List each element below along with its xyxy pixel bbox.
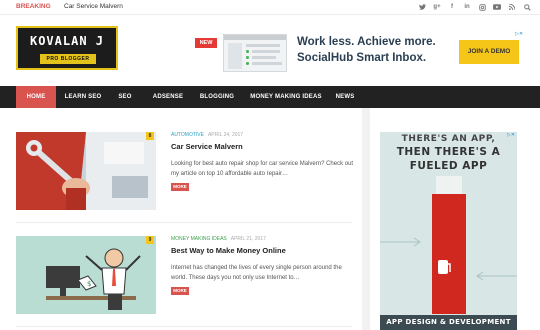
ad-screenshot-image xyxy=(223,34,287,72)
nav-item-adsense[interactable]: ADSENSE xyxy=(148,86,188,108)
rss-icon[interactable] xyxy=(507,2,517,12)
search-icon[interactable] xyxy=(522,2,532,12)
fuel-pump-illustration xyxy=(380,176,517,314)
instagram-icon[interactable] xyxy=(477,2,487,12)
divider xyxy=(16,222,352,223)
ad-headline: Work less. Achieve more. xyxy=(297,36,436,48)
ad-line-2: THEN THERE'S A xyxy=(396,146,501,158)
ad-new-badge: NEW xyxy=(195,38,217,48)
join-demo-button[interactable]: JOIN A DEMO xyxy=(459,40,519,64)
adchoices-icon[interactable]: ▷✕ xyxy=(515,30,523,38)
post-thumbnail[interactable]: 8 xyxy=(16,132,156,210)
twitter-icon[interactable] xyxy=(417,2,427,12)
post-title-link[interactable]: Car Service Malvern xyxy=(171,142,243,151)
post-list: 8 AUTOMOTIVE APRIL 24, 2017 Car Service M… xyxy=(0,108,362,330)
ad-subheadline: SocialHub Smart Inbox. xyxy=(297,52,427,64)
header-ad-banner[interactable]: NEW Work less. Achieve more. SocialHub S… xyxy=(193,30,523,77)
breaking-label: BREAKING xyxy=(16,3,51,10)
nav-item-money-making-ideas[interactable]: MONEY MAKING IDEAS xyxy=(248,86,324,108)
post-number-badge: 9 xyxy=(146,236,154,244)
sidebar-ad-banner[interactable]: ▷✕ THERE'S AN APP, THEN THERE'S A FUELED… xyxy=(380,132,517,330)
youtube-icon[interactable] xyxy=(492,2,502,12)
logo-title: KOVALAN J xyxy=(29,34,105,48)
nav-item-seo[interactable]: SEO xyxy=(112,86,138,108)
google-plus-icon[interactable]: g+ xyxy=(432,2,442,12)
social-icons: g+ f in xyxy=(417,2,532,12)
sidebar: ▷✕ THERE'S AN APP, THEN THERE'S A FUELED… xyxy=(370,108,540,330)
facebook-icon[interactable]: f xyxy=(447,2,457,12)
post-meta: AUTOMOTIVE APRIL 24, 2017 xyxy=(171,132,243,138)
post-excerpt: Looking for best auto repair shop for ca… xyxy=(171,161,354,177)
more-button[interactable]: MORE xyxy=(171,183,189,191)
more-button[interactable]: MORE xyxy=(171,287,189,295)
nav-item-home[interactable]: HOME xyxy=(16,86,56,108)
post-date: APRIL 24, 2017 xyxy=(207,132,244,138)
post-category-link[interactable]: MONEY MAKING IDEAS xyxy=(171,236,227,242)
top-bar: BREAKING Car Service Malvern g+ f in xyxy=(0,0,540,15)
list-item: 8 AUTOMOTIVE APRIL 24, 2017 Car Service M… xyxy=(16,132,356,212)
logo-subtitle: PRO BLOGGER xyxy=(40,54,96,64)
list-item: $ 9 MONEY MAKING IDEAS APRIL 21, 2017 Bes… xyxy=(16,236,356,316)
ad-footer: APP DESIGN & DEVELOPMENT xyxy=(380,315,517,330)
breaking-news-link[interactable]: Car Service Malvern xyxy=(64,3,123,10)
post-category-link[interactable]: AUTOMOTIVE xyxy=(171,132,204,138)
ad-line-1: THERE'S AN APP, xyxy=(401,134,496,144)
ad-line-3: FUELED APP xyxy=(409,160,488,172)
post-number-badge: 8 xyxy=(146,132,154,140)
nav-item-learn-seo[interactable]: LEARN SEO xyxy=(60,86,106,108)
nav-item-blogging[interactable]: BLOGGING xyxy=(196,86,238,108)
main-nav: HOME LEARN SEO SEO ADSENSE BLOGGING MONE… xyxy=(0,86,540,108)
post-date: APRIL 21, 2017 xyxy=(230,236,266,242)
site-logo[interactable]: KOVALAN J PRO BLOGGER xyxy=(16,26,118,70)
site-header: KOVALAN J PRO BLOGGER NEW Work less. Ach… xyxy=(0,15,540,86)
post-title-link[interactable]: Best Way to Make Money Online xyxy=(171,246,286,255)
linkedin-icon[interactable]: in xyxy=(462,2,472,12)
post-meta: MONEY MAKING IDEAS APRIL 21, 2017 xyxy=(171,236,266,242)
post-thumbnail[interactable]: $ 9 xyxy=(16,236,156,314)
main-area: 8 AUTOMOTIVE APRIL 24, 2017 Car Service M… xyxy=(0,108,540,330)
nav-item-news[interactable]: NEWS xyxy=(332,86,358,108)
post-excerpt: Internet has changed the lives of every … xyxy=(171,265,342,281)
divider xyxy=(16,326,352,327)
svg-text:$: $ xyxy=(87,280,91,288)
